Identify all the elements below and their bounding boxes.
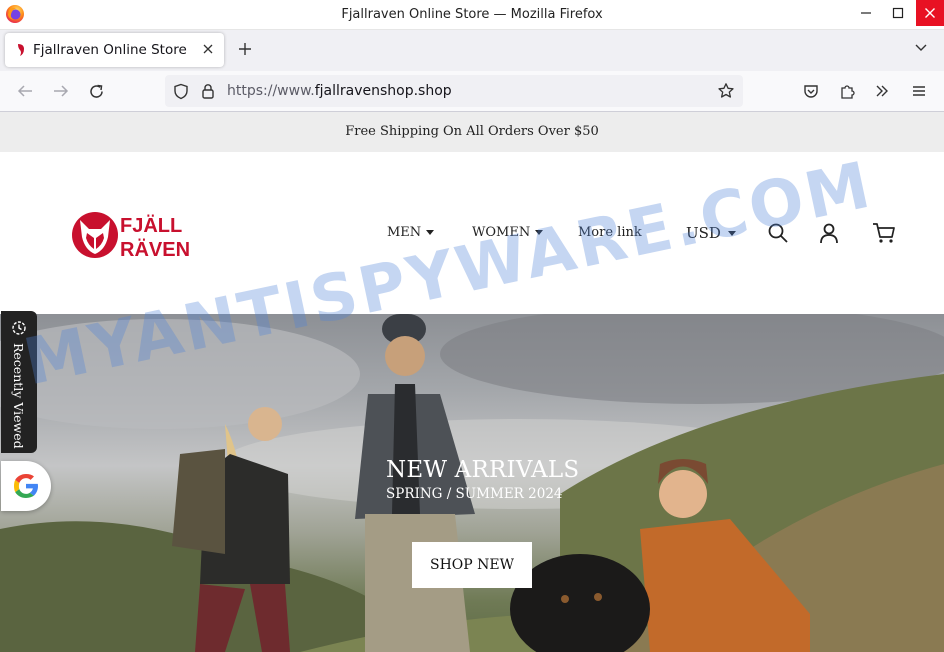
star-icon[interactable] (717, 82, 735, 100)
tab-fjallraven[interactable]: Fjallraven Online Store (5, 33, 224, 67)
double-chevron-icon[interactable] (874, 83, 890, 99)
caret-down-icon (535, 230, 544, 235)
new-tab-icon[interactable] (236, 40, 254, 58)
menu-more-link[interactable]: More link (578, 225, 642, 240)
arrow-right-icon[interactable] (52, 83, 70, 99)
url-text[interactable]: https://www.fjallravenshop.shop (227, 83, 452, 99)
hero-title: NEW ARRIVALS (386, 457, 580, 483)
maximize-icon (892, 7, 904, 19)
menu-women[interactable]: WOMEN (472, 225, 544, 240)
currency-label: USD (686, 224, 721, 242)
search-icon[interactable] (767, 222, 789, 244)
google-reviews-badge[interactable] (1, 461, 51, 511)
menu-men[interactable]: MEN (387, 225, 435, 240)
lock-icon[interactable] (201, 83, 215, 100)
window-titlebar: Fjallraven Online Store — Mozilla Firefo… (0, 0, 944, 30)
menu-women-label: WOMEN (472, 225, 531, 240)
minimize-button[interactable] (852, 0, 880, 26)
url-host: fjallravenshop.shop (314, 83, 452, 99)
puzzle-icon[interactable] (839, 83, 856, 100)
currency-selector[interactable]: USD (686, 224, 736, 242)
navigation-bar: https://www.fjallravenshop.shop (0, 71, 944, 112)
caret-down-icon (727, 230, 736, 236)
tab-close-icon[interactable] (201, 42, 215, 56)
shield-icon[interactable] (173, 83, 189, 100)
arrow-left-icon[interactable] (16, 83, 34, 99)
url-prefix: https://www. (227, 83, 315, 99)
cart-icon[interactable] (872, 222, 896, 244)
recently-viewed-tab[interactable]: Recently Viewed (1, 311, 37, 453)
announcement-bar: Free Shipping On All Orders Over $50 (0, 112, 944, 152)
user-icon[interactable] (818, 222, 840, 244)
close-icon (925, 8, 935, 18)
site-header: FJÄLL RÄVEN MEN WOMEN More link USD (0, 152, 944, 314)
tab-strip: Fjallraven Online Store (0, 30, 944, 71)
fjallraven-logo[interactable]: FJÄLL RÄVEN (70, 207, 210, 263)
logo-text-bottom: RÄVEN (120, 238, 190, 261)
google-g-icon (14, 474, 38, 498)
hero-banner[interactable]: NEW ARRIVALS SPRING / SUMMER 2024 SHOP N… (0, 314, 944, 652)
logo-text-top: FJÄLL (120, 214, 182, 237)
chevron-down-icon[interactable] (914, 43, 928, 53)
web-page: Free Shipping On All Orders Over $50 FJÄ… (0, 112, 944, 652)
hero-subtitle: SPRING / SUMMER 2024 (386, 486, 563, 502)
shop-new-button[interactable]: SHOP NEW (412, 542, 532, 588)
reload-icon[interactable] (88, 83, 105, 100)
hero-text: NEW ARRIVALS SPRING / SUMMER 2024 (386, 457, 579, 502)
fox-favicon-icon (18, 44, 24, 56)
pocket-icon[interactable] (803, 83, 819, 99)
url-bar[interactable]: https://www.fjallravenshop.shop (165, 75, 743, 107)
tab-title: Fjallraven Online Store (33, 42, 187, 58)
history-icon (12, 321, 26, 335)
minimize-icon (861, 12, 871, 14)
window-title: Fjallraven Online Store — Mozilla Firefo… (341, 7, 603, 22)
announcement-text: Free Shipping On All Orders Over $50 (345, 124, 599, 139)
menu-more-link-label: More link (578, 225, 642, 240)
menu-men-label: MEN (387, 225, 422, 240)
recently-viewed-label: Recently Viewed (11, 343, 26, 449)
close-window-button[interactable] (916, 0, 944, 26)
maximize-button[interactable] (884, 0, 912, 26)
hamburger-icon[interactable] (911, 83, 927, 99)
caret-down-icon (426, 230, 435, 235)
